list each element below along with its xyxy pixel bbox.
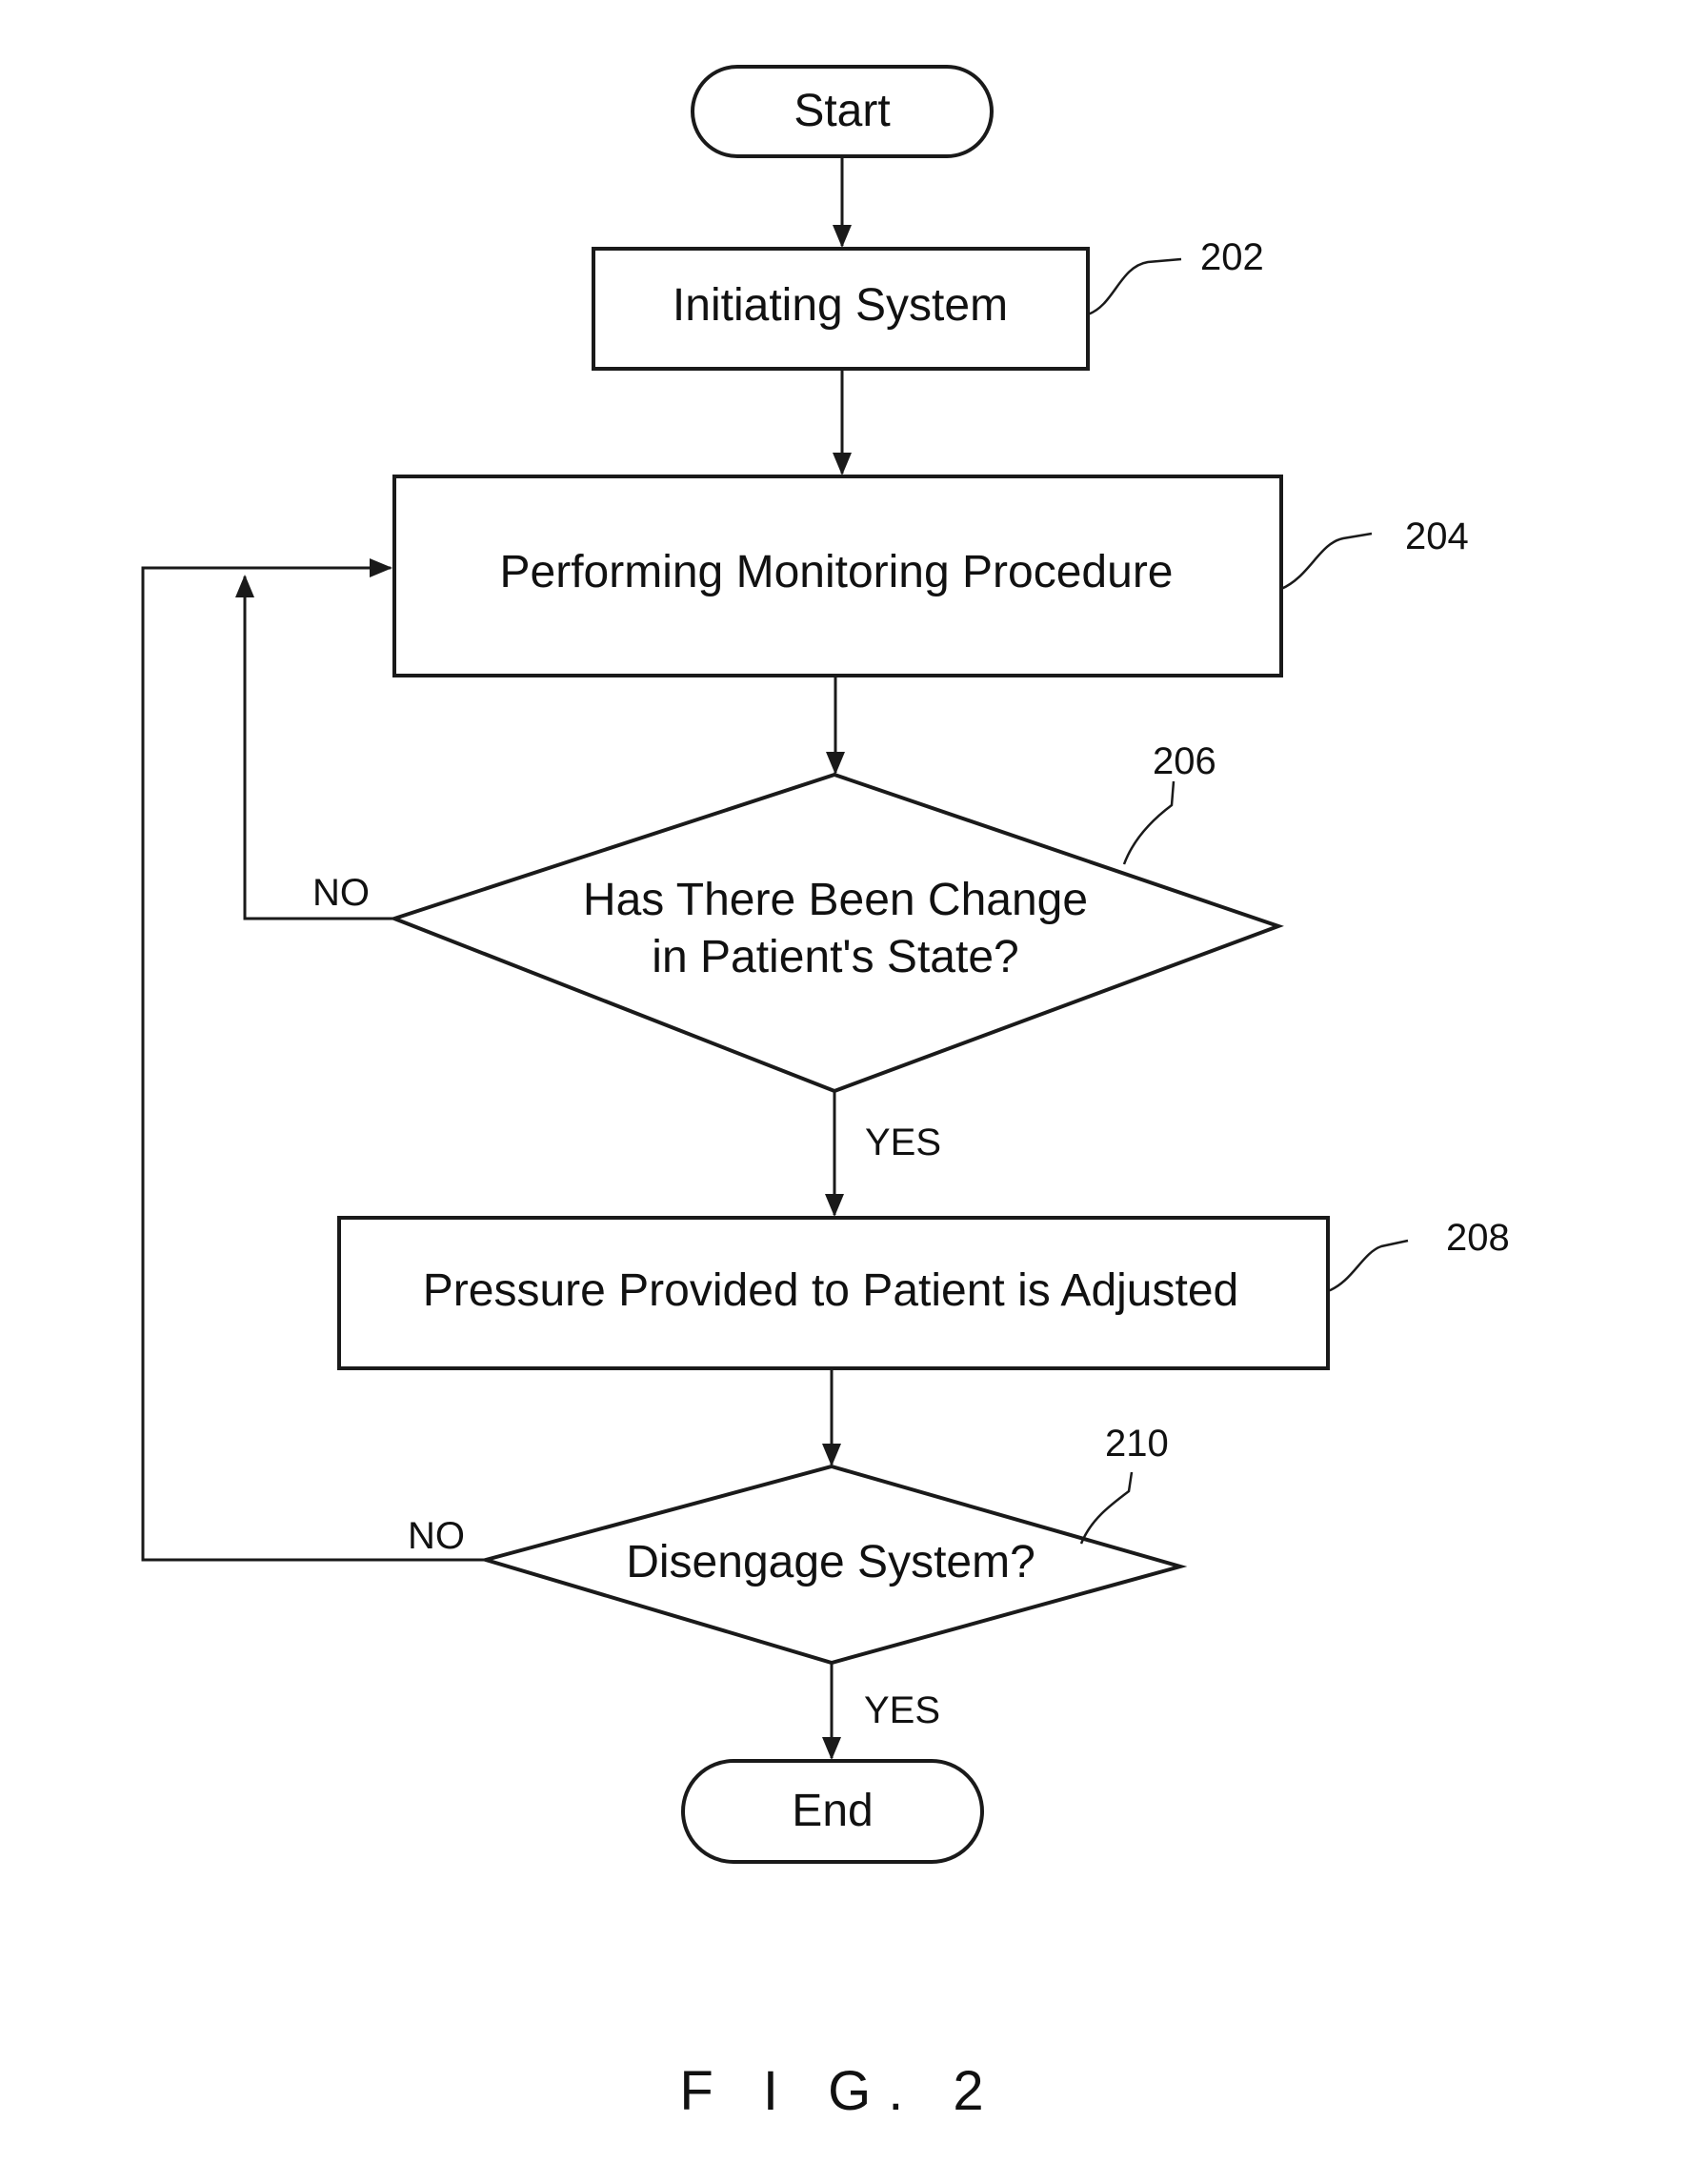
decision-change-line2: in Patient's State?	[652, 932, 1018, 982]
leader-202	[1087, 257, 1182, 316]
end-label: End	[792, 1786, 873, 1836]
label-disengage-yes: YES	[864, 1689, 940, 1731]
label-change-yes: YES	[865, 1122, 941, 1163]
ref-210: 210	[1105, 1423, 1169, 1465]
leader-206	[1122, 780, 1176, 865]
label-change-no: NO	[312, 872, 370, 914]
ref-208: 208	[1446, 1217, 1510, 1259]
flowchart: Start Initiating System 202 Performing M…	[141, 65, 1510, 2122]
start-label: Start	[794, 86, 890, 136]
monitoring-procedure-box: Performing Monitoring Procedure	[392, 475, 1283, 677]
ref-206: 206	[1153, 740, 1216, 782]
arrow-disengage-no-loop	[141, 558, 486, 1562]
leader-208	[1327, 1239, 1409, 1293]
ref-204: 204	[1405, 515, 1469, 557]
decision-change-line1: Has There Been Change	[583, 875, 1088, 925]
start-terminal: Start	[691, 65, 994, 158]
monitoring-procedure-label: Performing Monitoring Procedure	[500, 547, 1174, 597]
ref-202: 202	[1200, 236, 1264, 278]
decision-patient-state-change: Has There Been Change in Patient's State…	[389, 772, 1284, 1094]
end-terminal: End	[681, 1759, 984, 1864]
initiating-system-label: Initiating System	[673, 280, 1008, 331]
decision-disengage-label: Disengage System?	[626, 1537, 1035, 1587]
decision-disengage-system: Disengage System?	[478, 1464, 1188, 1666]
arrow-change-no-loop	[235, 575, 394, 920]
figure-caption: F I G. 2	[679, 2060, 1000, 2122]
label-disengage-no: NO	[408, 1515, 465, 1557]
leader-210	[1079, 1471, 1134, 1545]
initiating-system-box: Initiating System	[592, 247, 1090, 371]
pressure-adjusted-label: Pressure Provided to Patient is Adjusted	[423, 1265, 1238, 1316]
leader-204	[1280, 532, 1373, 591]
pressure-adjusted-box: Pressure Provided to Patient is Adjusted	[337, 1216, 1330, 1370]
